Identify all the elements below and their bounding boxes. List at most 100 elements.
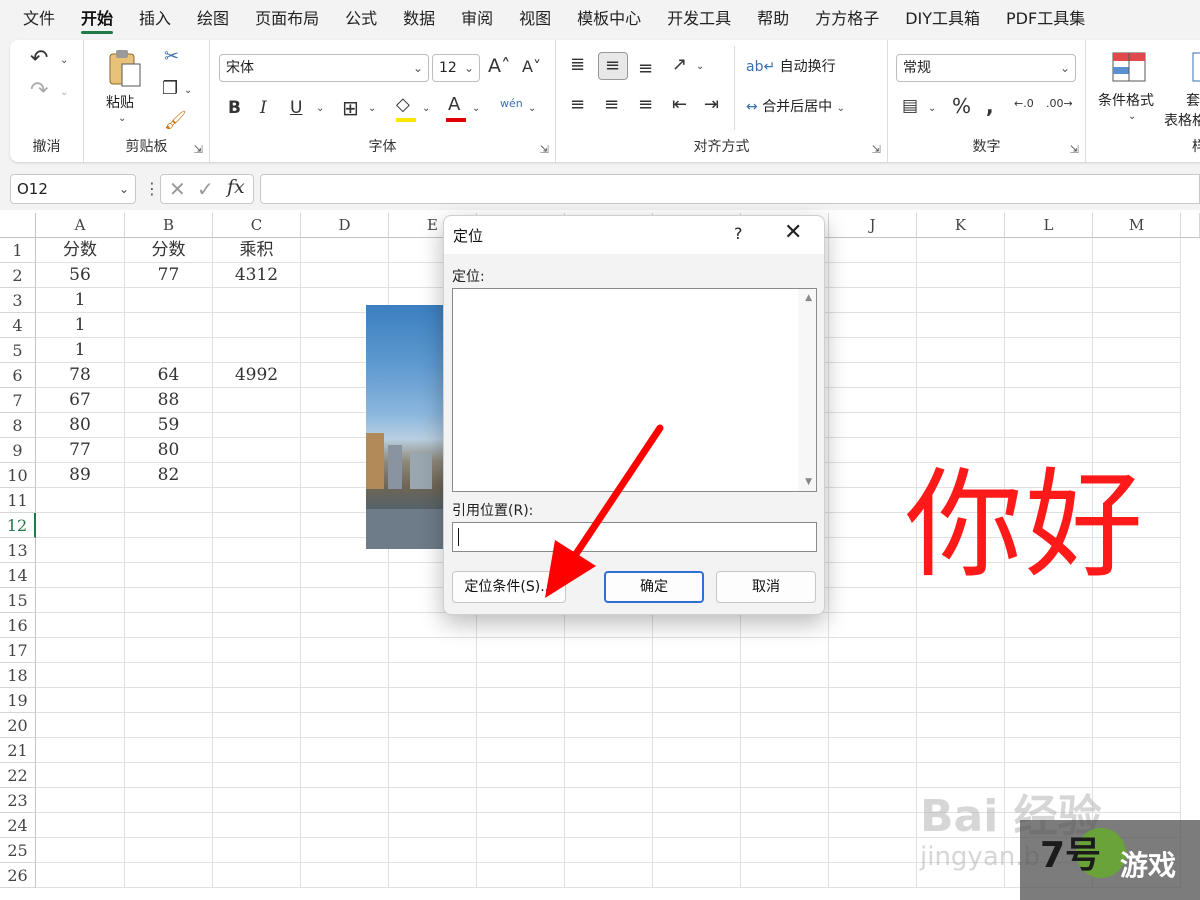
cell-k21[interactable] (917, 738, 1005, 763)
cell-a6[interactable]: 78 (36, 363, 125, 388)
cell-a22[interactable] (36, 763, 125, 788)
cell-c18[interactable] (213, 663, 301, 688)
italic-icon[interactable]: I (260, 100, 267, 117)
merge-dropdown-icon[interactable]: ⌄ (837, 103, 845, 114)
cell-c4[interactable] (213, 313, 301, 338)
cell-c22[interactable] (213, 763, 301, 788)
cell-b15[interactable] (125, 588, 213, 613)
row-header-21[interactable]: 21 (0, 738, 36, 763)
cell-j2[interactable] (829, 263, 917, 288)
cell-l5[interactable] (1005, 338, 1093, 363)
cell-i19[interactable] (741, 688, 829, 713)
cell-l6[interactable] (1005, 363, 1093, 388)
cell-k19[interactable] (917, 688, 1005, 713)
cell-b7[interactable]: 88 (125, 388, 213, 413)
cell-b5[interactable] (125, 338, 213, 363)
cell-c8[interactable] (213, 413, 301, 438)
cell-m1[interactable] (1093, 238, 1181, 263)
cell-c19[interactable] (213, 688, 301, 713)
row-header-14[interactable]: 14 (0, 563, 36, 588)
clipboard-launcher-icon[interactable]: ⇲ (194, 143, 203, 156)
cell-j20[interactable] (829, 713, 917, 738)
cell-f19[interactable] (477, 688, 565, 713)
cell-l19[interactable] (1005, 688, 1093, 713)
cancel-button[interactable]: 取消 (716, 571, 816, 603)
cell-b16[interactable] (125, 613, 213, 638)
menu-insert[interactable]: 插入 (126, 0, 184, 38)
cell-j3[interactable] (829, 288, 917, 313)
font-launcher-icon[interactable]: ⇲ (540, 143, 549, 156)
cell-d26[interactable] (301, 863, 389, 888)
cell-e23[interactable] (389, 788, 477, 813)
cell-l1[interactable] (1005, 238, 1093, 263)
cell-e19[interactable] (389, 688, 477, 713)
enter-icon[interactable]: ✓ (197, 177, 214, 201)
conditional-format-icon[interactable] (1112, 52, 1146, 82)
cell-l16[interactable] (1005, 613, 1093, 638)
undo-dropdown-icon[interactable]: ⌄ (60, 56, 68, 66)
align-middle-button[interactable]: ≡ (598, 52, 628, 80)
cell-f24[interactable] (477, 813, 565, 838)
cell-k5[interactable] (917, 338, 1005, 363)
scroll-up-icon[interactable]: ▲ (805, 293, 812, 303)
insert-function-icon[interactable]: fx (227, 176, 245, 198)
cell-j17[interactable] (829, 638, 917, 663)
cell-m8[interactable] (1093, 413, 1181, 438)
cell-j8[interactable] (829, 413, 917, 438)
cell-m2[interactable] (1093, 263, 1181, 288)
cell-g23[interactable] (565, 788, 653, 813)
orientation-icon[interactable]: ↗ (672, 56, 687, 74)
cell-d16[interactable] (301, 613, 389, 638)
cell-j23[interactable] (829, 788, 917, 813)
row-header-19[interactable]: 19 (0, 688, 36, 713)
cell-m16[interactable] (1093, 613, 1181, 638)
cell-d15[interactable] (301, 588, 389, 613)
cell-i17[interactable] (741, 638, 829, 663)
increase-font-icon[interactable]: A˄ (488, 57, 511, 76)
formula-input[interactable] (260, 174, 1200, 204)
cell-m5[interactable] (1093, 338, 1181, 363)
cell-g26[interactable] (565, 863, 653, 888)
cell-a19[interactable] (36, 688, 125, 713)
cell-a3[interactable]: 1 (36, 288, 125, 313)
cell-c25[interactable] (213, 838, 301, 863)
border-icon[interactable]: ⊞ (342, 98, 359, 118)
cell-b3[interactable] (125, 288, 213, 313)
dialog-titlebar[interactable]: 定位 ? ✕ (444, 216, 824, 254)
row-header-7[interactable]: 7 (0, 388, 36, 413)
cell-m19[interactable] (1093, 688, 1181, 713)
cell-a15[interactable] (36, 588, 125, 613)
menu-help[interactable]: 帮助 (744, 0, 802, 38)
cell-e16[interactable] (389, 613, 477, 638)
align-center-icon[interactable]: ≡ (604, 96, 619, 114)
big-text-shape[interactable]: 你好 (905, 466, 1145, 584)
paste-icon[interactable] (106, 48, 142, 88)
column-header-l[interactable]: L (1005, 213, 1093, 238)
copy-icon[interactable]: ❐ (162, 80, 178, 98)
cell-l17[interactable] (1005, 638, 1093, 663)
cell-b23[interactable] (125, 788, 213, 813)
cell-g18[interactable] (565, 663, 653, 688)
row-header-5[interactable]: 5 (0, 338, 36, 363)
row-header-20[interactable]: 20 (0, 713, 36, 738)
font-name-select[interactable]: 宋体 ⌄ (219, 54, 429, 82)
cell-j9[interactable] (829, 438, 917, 463)
cell-l4[interactable] (1005, 313, 1093, 338)
cell-k6[interactable] (917, 363, 1005, 388)
cell-j16[interactable] (829, 613, 917, 638)
cell-i25[interactable] (741, 838, 829, 863)
cell-b24[interactable] (125, 813, 213, 838)
row-header-26[interactable]: 26 (0, 863, 36, 888)
fill-color-dropdown-icon[interactable]: ⌄ (422, 104, 430, 114)
cell-j10[interactable] (829, 463, 917, 488)
cell-m18[interactable] (1093, 663, 1181, 688)
align-left-icon[interactable]: ≡ (570, 96, 585, 114)
cell-b20[interactable] (125, 713, 213, 738)
row-header-25[interactable]: 25 (0, 838, 36, 863)
cell-l20[interactable] (1005, 713, 1093, 738)
cell-b9[interactable]: 80 (125, 438, 213, 463)
cell-f22[interactable] (477, 763, 565, 788)
accounting-dropdown-icon[interactable]: ⌄ (928, 104, 936, 114)
cell-j21[interactable] (829, 738, 917, 763)
menu-data[interactable]: 数据 (390, 0, 448, 38)
